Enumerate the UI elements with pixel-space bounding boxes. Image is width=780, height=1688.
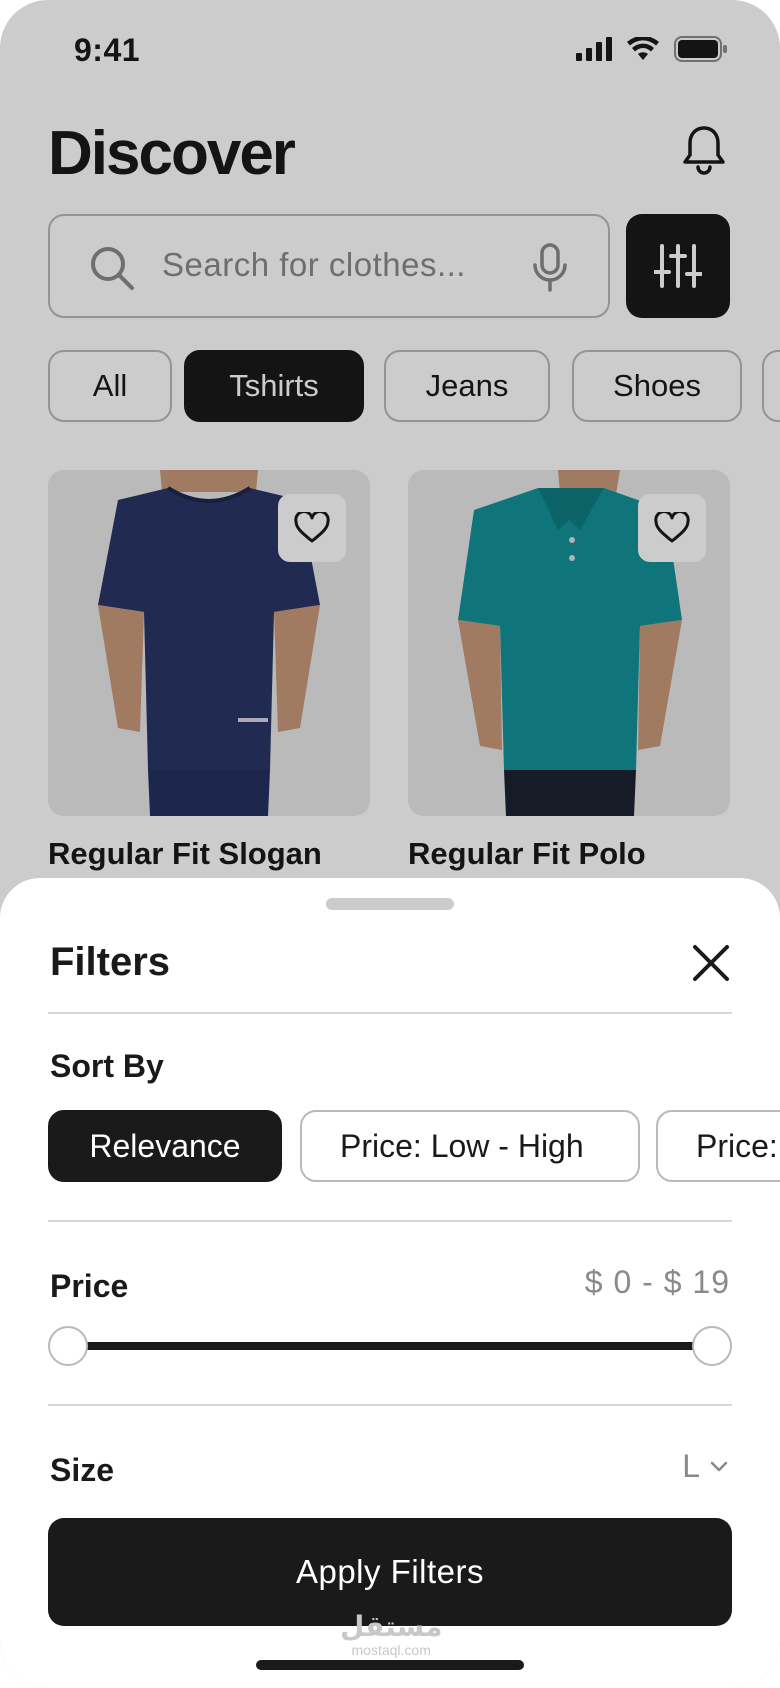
app-screen: 9:41 Discover Search for clothes... All …: [0, 0, 780, 1688]
apply-filters-button[interactable]: Apply Filters: [48, 1518, 732, 1626]
sheet-drag-handle[interactable]: [326, 898, 454, 910]
chevron-down-icon: [710, 1461, 728, 1471]
size-label: Size: [50, 1452, 115, 1488]
sort-option-price-high-low[interactable]: Price:: [656, 1110, 780, 1182]
filters-sheet: Filters Sort By Relevance Price: Low - H…: [0, 878, 780, 1688]
price-slider-track[interactable]: [68, 1342, 712, 1350]
watermark-arabic: مستقل: [340, 1611, 443, 1642]
watermark: مستقل mostaql.com: [340, 1611, 443, 1659]
sheet-title: Filters: [50, 940, 171, 984]
watermark-site: mostaql.com: [351, 1642, 431, 1658]
size-selected-value: L: [682, 1448, 700, 1484]
divider: [48, 1220, 732, 1222]
size-dropdown[interactable]: L: [682, 1448, 728, 1485]
price-slider-max-handle[interactable]: [692, 1326, 732, 1366]
divider: [48, 1404, 732, 1406]
close-icon[interactable]: [692, 944, 730, 982]
sort-by-label: Sort By: [50, 1048, 164, 1084]
home-indicator[interactable]: [256, 1660, 524, 1670]
divider: [48, 1012, 732, 1014]
price-label: Price: [50, 1268, 129, 1304]
sort-option-price-low-high[interactable]: Price: Low - High: [300, 1110, 640, 1182]
price-slider-min-handle[interactable]: [48, 1326, 88, 1366]
price-range-value: $ 0 - $ 19: [584, 1264, 730, 1300]
sort-options: Relevance Price: Low - High Price:: [48, 1110, 780, 1182]
sort-option-relevance[interactable]: Relevance: [48, 1110, 282, 1182]
